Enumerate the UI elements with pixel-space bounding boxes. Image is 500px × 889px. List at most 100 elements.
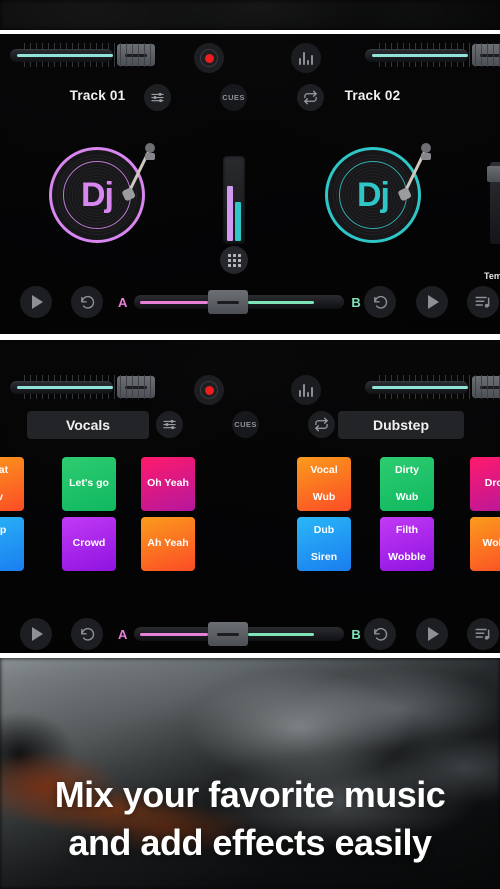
sample-pad[interactable]: t dat ov <box>0 457 24 511</box>
sample-pad-label: Wub <box>395 490 419 503</box>
sample-pad-label: Filth <box>395 524 419 537</box>
grid-icon <box>227 253 241 267</box>
sample-pad-label: ov <box>0 490 4 503</box>
equalizer-button[interactable] <box>291 43 321 73</box>
crossfader-line-b <box>248 632 315 636</box>
turntable-deck-b[interactable]: Dj <box>325 143 431 243</box>
sample-pads-panel: Vocals CUES Dubstep at v Let's go Oh Yea… <box>0 340 500 653</box>
sample-pad-label: Siren <box>310 550 338 563</box>
track-01-label: Track 01 <box>69 88 126 103</box>
deck-a-volume-slider[interactable] <box>10 40 155 70</box>
hero-banner: Mix your favorite music and add effects … <box>0 658 500 889</box>
tempo-slider-knob[interactable] <box>487 166 500 182</box>
pads-grid-button[interactable] <box>220 246 248 274</box>
equalizer-icon <box>298 51 314 65</box>
tempo-slider[interactable] <box>487 162 500 244</box>
sample-pad-label: Dirty <box>395 464 419 477</box>
play-a-button[interactable] <box>20 618 52 650</box>
hero-headline-line2: and add effects easily <box>68 821 432 863</box>
crossfader[interactable]: A B <box>118 622 383 646</box>
sample-pad-label: Oh Yeah <box>147 477 189 490</box>
sample-pad-label: Crowd <box>72 537 106 550</box>
sliders-icon <box>151 92 164 103</box>
sample-pad[interactable]: supll <box>0 517 24 571</box>
cues-button[interactable]: CUES <box>220 84 247 111</box>
rotate-left-icon <box>373 627 387 641</box>
play-b-button[interactable] <box>416 286 448 318</box>
crossfader-line-a <box>140 632 209 636</box>
play-icon <box>428 295 439 309</box>
crossfader-line-b <box>248 300 315 304</box>
sample-pad-label: Dub <box>313 524 335 537</box>
crossfader-label-a: A <box>118 626 128 642</box>
turntable-deck-a[interactable]: Dj <box>49 143 155 243</box>
crossfader-knob[interactable] <box>208 622 249 646</box>
sample-pad-label: Wobb <box>482 537 500 550</box>
top-photo-sliver <box>0 0 500 30</box>
crossfader-track[interactable] <box>134 622 345 646</box>
sample-pad[interactable]: Wobb <box>470 517 500 571</box>
record-dot <box>204 53 214 63</box>
slider-track[interactable] <box>365 48 469 62</box>
deck-a-logo: Dj <box>81 176 114 214</box>
transport-bar: A B <box>0 606 500 653</box>
play-b-button[interactable] <box>416 618 448 650</box>
sample-pad[interactable]: Drop <box>470 457 500 511</box>
sample-pad[interactable]: Ah Yeah <box>141 517 195 571</box>
play-icon <box>32 627 43 641</box>
loop-b-button[interactable] <box>364 286 396 318</box>
loop-b-button[interactable] <box>364 618 396 650</box>
transport-bar: A B <box>0 274 500 330</box>
sample-pad-label: Wobble <box>388 550 426 563</box>
divider-strip-2 <box>0 334 500 340</box>
playlist-button[interactable] <box>467 286 499 318</box>
sample-pad-label: Drop <box>484 477 500 490</box>
loop-a-button[interactable] <box>71 286 103 318</box>
cues-label: CUES <box>222 93 245 102</box>
crossfader-label-a: A <box>118 294 128 310</box>
slider-track[interactable] <box>10 48 114 62</box>
sample-pad-label: Ah Yeah <box>147 537 189 550</box>
crossfader-label-b: B <box>351 294 361 310</box>
mixer-settings-button[interactable] <box>144 84 171 111</box>
record-ring <box>200 49 218 67</box>
sample-pad[interactable]: Dirty Wub <box>380 457 434 511</box>
crossfader-track[interactable] <box>134 290 345 314</box>
vu-bar-left <box>227 186 233 241</box>
dj-deck-panel: Track 01 CUES Track 02 Dj Dj Tem A B <box>0 34 500 334</box>
sample-pad[interactable]: Dub Siren <box>297 517 351 571</box>
sample-pad-label: sup <box>0 524 7 537</box>
crossfader-line-a <box>140 300 209 304</box>
playlist-icon <box>475 628 490 640</box>
sample-pad[interactable]: Let's go <box>62 457 116 511</box>
deck-b-volume-slider[interactable] <box>365 40 500 70</box>
crossfader[interactable]: A B <box>118 290 383 314</box>
crossfader-label-b: B <box>351 626 361 642</box>
sample-pad-label: Wub <box>312 490 336 503</box>
divider-strip-1 <box>0 30 500 34</box>
rotate-left-icon <box>80 627 94 641</box>
app-screenshot: Track 01 CUES Track 02 Dj Dj Tem A B Voc… <box>0 0 500 889</box>
deck-b-logo: Dj <box>357 176 390 214</box>
sample-pad[interactable]: Filth Wobble <box>380 517 434 571</box>
hero-headline: Mix your favorite music and add effects … <box>0 771 500 866</box>
record-button[interactable] <box>194 43 224 73</box>
crossfader-knob[interactable] <box>208 290 249 314</box>
hero-headline-line1: Mix your favorite music <box>54 774 446 815</box>
loop-a-button[interactable] <box>71 618 103 650</box>
rotate-left-icon <box>373 295 387 309</box>
slider-fill <box>372 53 468 57</box>
play-icon <box>32 295 43 309</box>
sample-pad-label: Let's go <box>69 477 109 490</box>
sample-pad[interactable]: Vocal Wub <box>297 457 351 511</box>
playlist-button[interactable] <box>467 618 499 650</box>
sample-pad-label: t dat <box>0 464 9 477</box>
track-02-label: Track 02 <box>344 88 401 103</box>
sample-pad[interactable]: Crowd <box>62 517 116 571</box>
slider-fill <box>17 53 113 57</box>
play-a-button[interactable] <box>20 286 52 318</box>
sample-pad[interactable]: Oh Yeah <box>141 457 195 511</box>
vu-bar-right <box>235 202 241 241</box>
rotate-left-icon <box>80 295 94 309</box>
divider-strip-3 <box>0 653 500 658</box>
